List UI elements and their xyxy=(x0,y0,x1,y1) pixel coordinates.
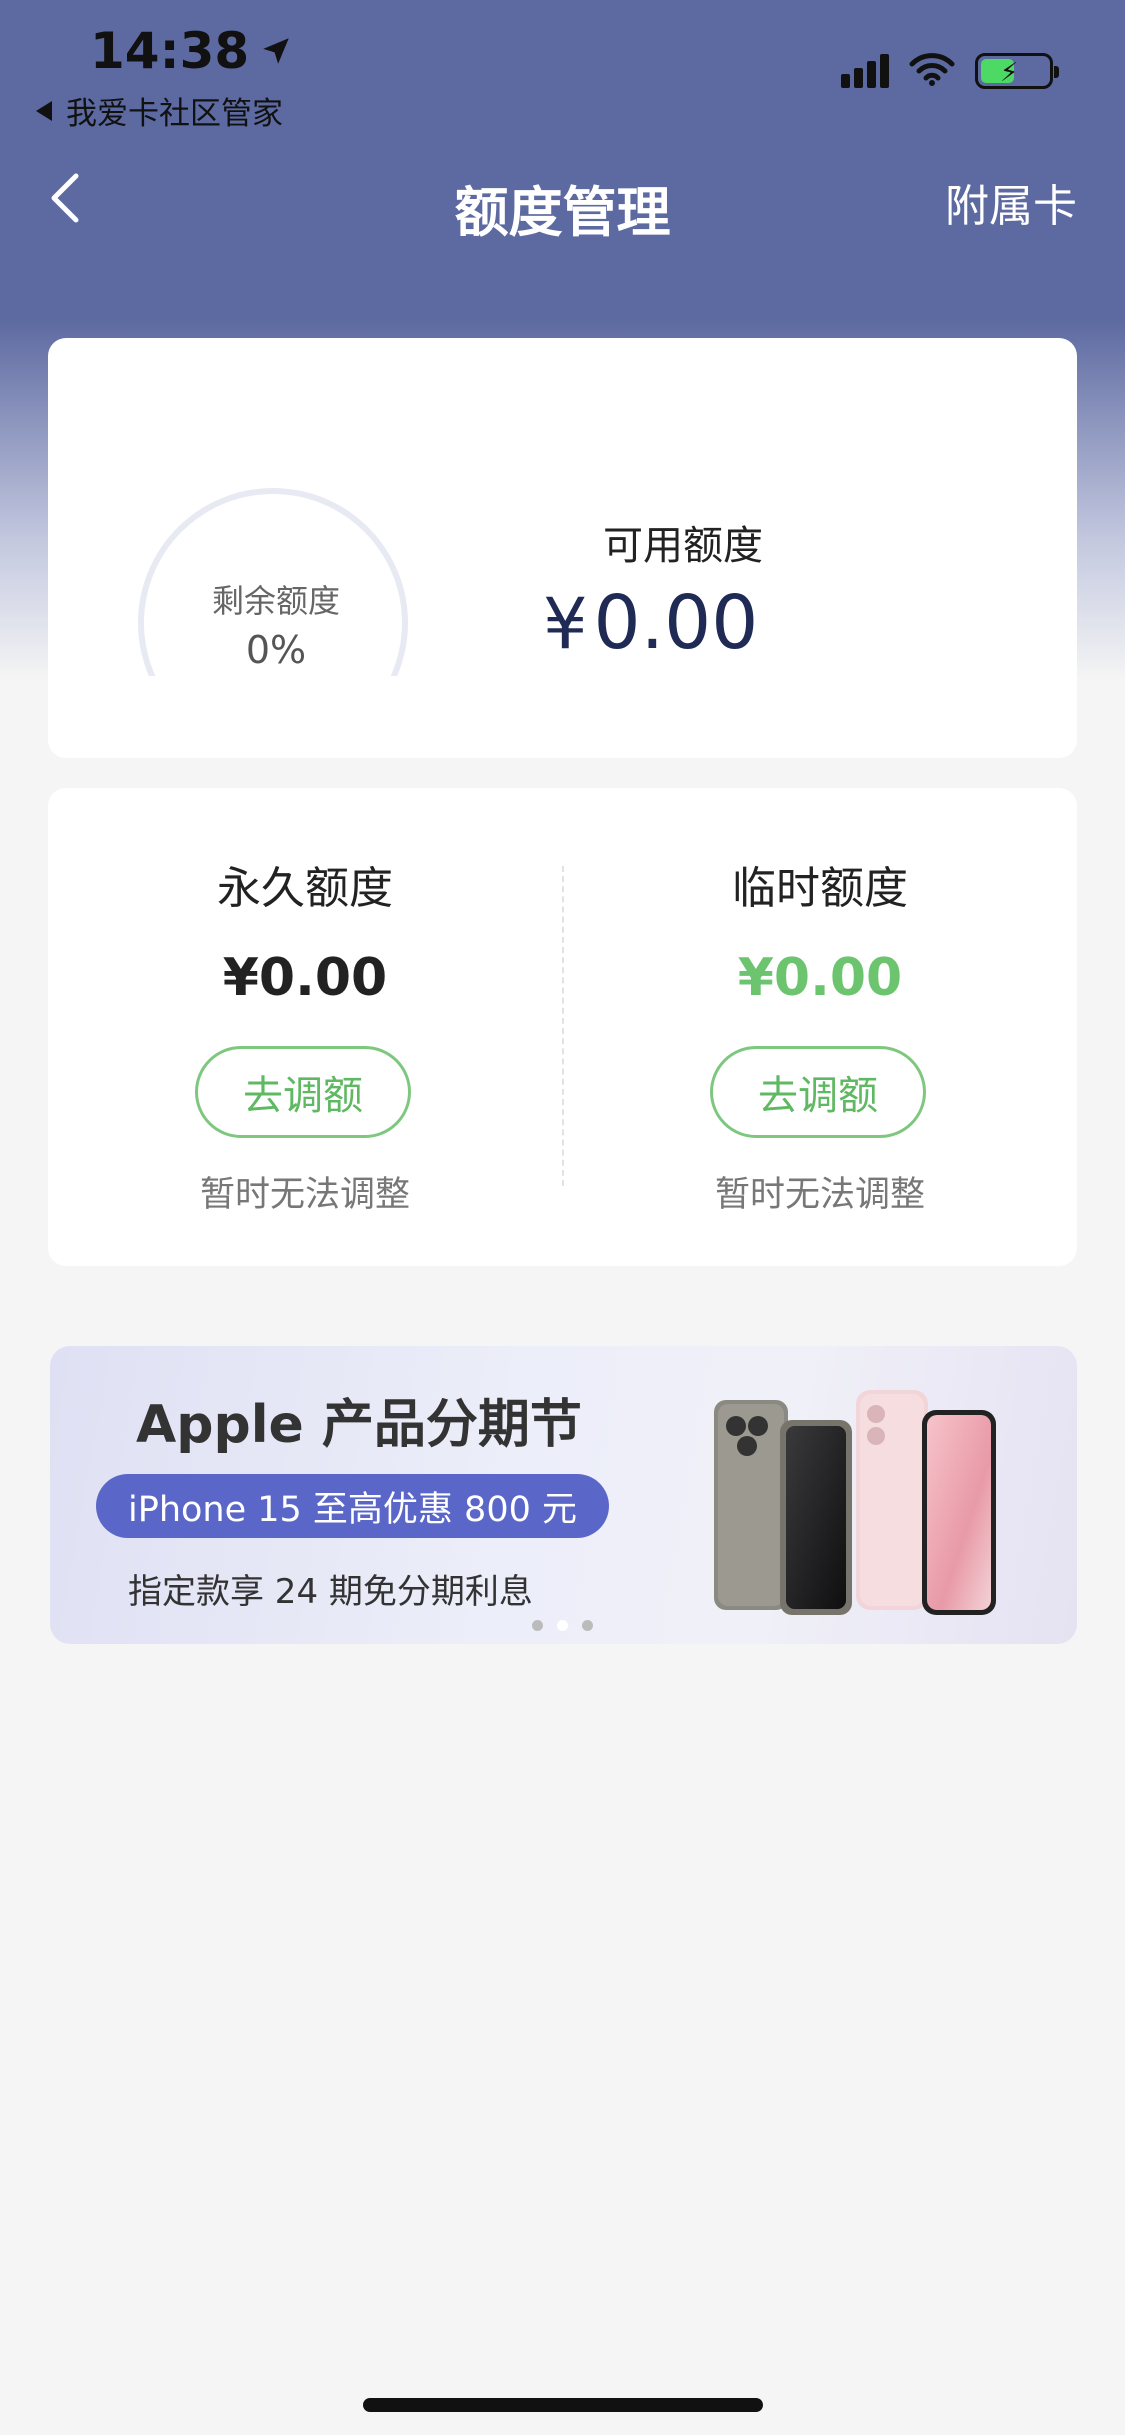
temporary-limit-title: 临时额度 xyxy=(732,863,908,914)
banner-offer-pill: iPhone 15 至高优惠 800 元 xyxy=(96,1474,609,1538)
available-limit-amount: ¥ 0.00 xyxy=(543,580,758,666)
location-arrow-icon xyxy=(259,22,293,80)
wifi-icon xyxy=(909,52,955,90)
status-icons: ⚡ xyxy=(841,52,1059,90)
back-to-app-link[interactable]: 我爱卡社区管家 xyxy=(36,88,283,133)
pagination-dot[interactable] xyxy=(582,1620,593,1631)
time-text: 14:38 xyxy=(90,22,250,80)
banner-title: Apple 产品分期节 xyxy=(136,1395,582,1455)
temporary-limit-note: 暂时无法调整 xyxy=(714,1175,925,1215)
permanent-limit-section: 永久额度 ¥0.00 去调额 暂时无法调整 xyxy=(48,788,562,1266)
temporary-adjust-button[interactable]: 去调额 xyxy=(710,1046,926,1138)
banner-pagination[interactable] xyxy=(532,1620,593,1631)
banner-subtitle: 指定款享 24 期免分期利息 xyxy=(128,1572,533,1612)
limit-details-card: 永久额度 ¥0.00 去调额 暂时无法调整 临时额度 ¥0.00 去调额 暂时无… xyxy=(48,788,1077,1266)
temporary-limit-section: 临时额度 ¥0.00 去调额 暂时无法调整 xyxy=(563,788,1077,1266)
permanent-limit-value: ¥0.00 xyxy=(222,948,388,1008)
permanent-limit-note: 暂时无法调整 xyxy=(199,1175,410,1215)
promo-banner[interactable]: Apple 产品分期节 iPhone 15 至高优惠 800 元 指定款享 24… xyxy=(50,1346,1077,1644)
permanent-limit-title: 永久额度 xyxy=(217,863,393,914)
status-bar: 14:38 我爱卡社区管家 ⚡ xyxy=(0,0,1125,133)
back-app-label: 我爱卡社区管家 xyxy=(66,96,283,132)
gauge-label: 剩余额度 xyxy=(211,582,340,620)
back-triangle-icon xyxy=(36,100,52,121)
iphone-product-image xyxy=(714,1390,996,1615)
available-limit-value: 0.00 xyxy=(593,580,759,666)
navigation-bar: 额度管理 附属卡 xyxy=(0,150,1125,250)
currency-symbol: ¥ xyxy=(543,583,588,665)
available-limit-card: 剩余额度 0% 可用额度 ¥ 0.00 xyxy=(48,338,1077,758)
temporary-limit-value: ¥0.00 xyxy=(737,948,903,1008)
gauge-percent: 0% xyxy=(245,628,307,672)
status-time: 14:38 xyxy=(90,22,293,80)
pagination-dot[interactable] xyxy=(532,1620,543,1631)
cellular-signal-icon xyxy=(841,54,889,88)
available-limit-label: 可用额度 xyxy=(603,523,763,569)
pagination-dot-active[interactable] xyxy=(557,1620,568,1631)
home-indicator[interactable] xyxy=(363,2398,763,2412)
supplementary-card-link[interactable]: 附属卡 xyxy=(945,170,1077,234)
permanent-adjust-button[interactable]: 去调额 xyxy=(195,1046,411,1138)
battery-icon: ⚡ xyxy=(975,53,1059,89)
